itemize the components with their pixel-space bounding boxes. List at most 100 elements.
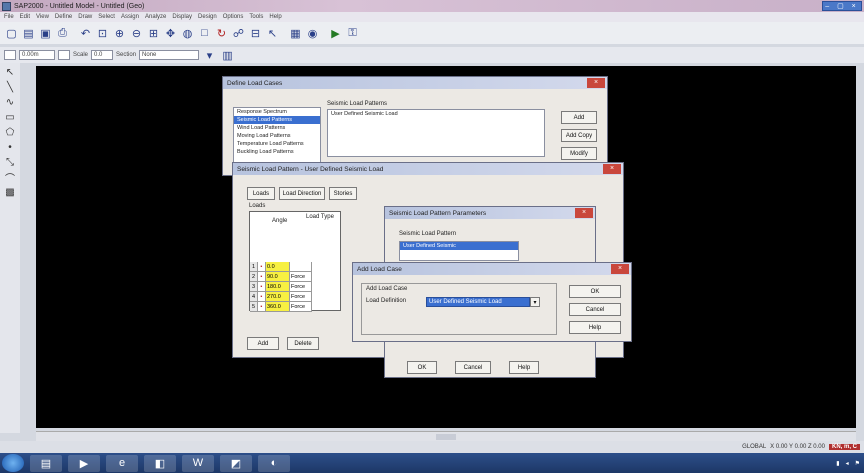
section-select[interactable]: None: [139, 50, 200, 60]
pattern-list[interactable]: User Defined Seismic: [399, 241, 519, 261]
menu-design[interactable]: Design: [198, 14, 217, 20]
tab-stories[interactable]: Stories: [329, 187, 357, 200]
lock-icon[interactable]: ⚿: [345, 26, 360, 41]
zoom-step-button[interactable]: [58, 50, 70, 60]
table-row[interactable]: 2 ▪ 90.0 Force: [250, 272, 312, 282]
load-grid[interactable]: Angle Load Type 1 ▪ 0.0 2 ▪ 90.0 Force 3…: [249, 211, 341, 312]
tab-loads[interactable]: Loads: [247, 187, 275, 200]
close-icon[interactable]: ×: [587, 78, 605, 88]
checkbox-icon[interactable]: ▪: [258, 282, 266, 292]
tree-item-selected[interactable]: Seismic Load Patterns: [234, 116, 320, 124]
open-folder-icon[interactable]: ▤: [21, 26, 36, 41]
draw-link-icon[interactable]: ⤡: [3, 157, 17, 168]
checkbox-icon[interactable]: ▪: [258, 262, 266, 272]
table-row[interactable]: 1 ▪ 0.0: [250, 262, 312, 272]
draw-solid-icon[interactable]: ▩: [3, 187, 17, 198]
menu-file[interactable]: File: [4, 14, 14, 20]
snap-toggle[interactable]: [4, 50, 16, 60]
zoom-in-icon[interactable]: ⊕: [112, 26, 127, 41]
menu-options[interactable]: Options: [223, 14, 244, 20]
tab-load-direction[interactable]: Load Direction: [279, 187, 325, 200]
new-file-icon[interactable]: ▢: [4, 26, 19, 41]
ok-button[interactable]: OK: [407, 361, 437, 374]
cancel-button[interactable]: Cancel: [455, 361, 491, 374]
taskbar-paint-icon[interactable]: ◐: [258, 454, 290, 472]
taskbar-word-icon[interactable]: W: [182, 454, 214, 472]
menu-help[interactable]: Help: [269, 14, 281, 20]
ok-button[interactable]: OK: [569, 285, 621, 298]
window-controls[interactable]: – ▢ ×: [822, 1, 862, 11]
tree-item[interactable]: Wind Load Patterns: [234, 124, 320, 132]
layout-icon[interactable]: ▥: [220, 48, 235, 63]
grid-icon[interactable]: ▦: [288, 26, 303, 41]
menu-analyze[interactable]: Analyze: [145, 14, 166, 20]
tree-item[interactable]: Moving Load Patterns: [234, 132, 320, 140]
taskbar-explorer-icon[interactable]: ▤: [30, 454, 62, 472]
draw-area-icon[interactable]: ▭: [3, 112, 17, 123]
load-list[interactable]: User Defined Seismic Load: [327, 109, 545, 157]
load-type-tree[interactable]: Response Spectrum Seismic Load Patterns …: [233, 107, 321, 169]
menu-assign[interactable]: Assign: [121, 14, 139, 20]
zoom-window-icon[interactable]: ⊡: [95, 26, 110, 41]
list-item-selected[interactable]: User Defined Seismic: [400, 242, 518, 250]
tree-item[interactable]: Buckling Load Patterns: [234, 148, 320, 156]
select-pointer-icon[interactable]: ↖: [3, 67, 17, 78]
draw-poly-icon[interactable]: ⬠: [3, 127, 17, 138]
taskbar-browser-icon[interactable]: e: [106, 454, 138, 472]
scroll-thumb[interactable]: [436, 434, 456, 440]
rotate-icon[interactable]: ↻: [214, 26, 229, 41]
add-copy-button[interactable]: Add Copy: [561, 129, 597, 142]
menu-view[interactable]: View: [36, 14, 49, 20]
menu-select[interactable]: Select: [98, 14, 115, 20]
zoom-value-field[interactable]: 0.00m: [19, 50, 55, 60]
save-icon[interactable]: ▣: [38, 26, 53, 41]
list-item[interactable]: User Defined Seismic Load: [328, 110, 544, 118]
load-definition-select[interactable]: User Defined Seismic Load: [426, 297, 530, 307]
pointer-icon[interactable]: ↖: [265, 26, 280, 41]
flag-icon[interactable]: ⚑: [855, 460, 860, 467]
checkbox-icon[interactable]: ▪: [258, 292, 266, 302]
rectangle-icon[interactable]: □: [197, 26, 212, 41]
scale-field[interactable]: 0.0: [91, 50, 114, 60]
table-row[interactable]: 3 ▪ 180.0 Force: [250, 282, 312, 292]
close-icon[interactable]: ×: [575, 208, 593, 218]
menu-display[interactable]: Display: [172, 14, 192, 20]
run-analysis-icon[interactable]: ▶: [328, 26, 343, 41]
draw-curve-icon[interactable]: ⌒: [3, 172, 17, 185]
checkbox-icon[interactable]: ▪: [258, 302, 266, 312]
menu-draw[interactable]: Draw: [78, 14, 92, 20]
undo-icon[interactable]: ↶: [78, 26, 93, 41]
3d-view-icon[interactable]: ◍: [180, 26, 195, 41]
close-icon[interactable]: ×: [603, 164, 621, 174]
menu-define[interactable]: Define: [55, 14, 72, 20]
checkbox-icon[interactable]: ▪: [258, 272, 266, 282]
cancel-button[interactable]: Cancel: [569, 303, 621, 316]
help-button[interactable]: Help: [509, 361, 539, 374]
menu-edit[interactable]: Edit: [20, 14, 30, 20]
pan-icon[interactable]: ✥: [163, 26, 178, 41]
add-row-button[interactable]: Add: [247, 337, 279, 350]
draw-frame-icon[interactable]: ╲: [3, 82, 17, 93]
section-icon[interactable]: ⊟: [248, 26, 263, 41]
tree-item[interactable]: Temperature Load Patterns: [234, 140, 320, 148]
network-icon[interactable]: ▮: [836, 460, 839, 467]
horizontal-scrollbar[interactable]: [36, 431, 856, 441]
table-row[interactable]: 5 ▪ 360.0 Force: [250, 302, 312, 312]
print-icon[interactable]: ⎙: [55, 26, 70, 41]
table-row[interactable]: 4 ▪ 270.0 Force: [250, 292, 312, 302]
units-select[interactable]: KN, m, C: [828, 444, 860, 450]
tree-item[interactable]: Response Spectrum: [234, 108, 320, 116]
delete-row-button[interactable]: Delete: [287, 337, 319, 350]
chevron-down-icon[interactable]: ▾: [530, 297, 540, 307]
close-icon[interactable]: ×: [611, 264, 629, 274]
menu-tools[interactable]: Tools: [249, 14, 263, 20]
set-display-icon[interactable]: ☍: [231, 26, 246, 41]
add-button[interactable]: Add: [561, 111, 597, 124]
volume-icon[interactable]: ◂: [846, 460, 849, 467]
globe-icon[interactable]: ◉: [305, 26, 320, 41]
chevron-down-icon[interactable]: ▾: [202, 48, 217, 63]
taskbar-app-icon[interactable]: ◧: [144, 454, 176, 472]
zoom-out-icon[interactable]: ⊖: [129, 26, 144, 41]
draw-cable-icon[interactable]: ∿: [3, 97, 17, 108]
zoom-extents-icon[interactable]: ⊞: [146, 26, 161, 41]
